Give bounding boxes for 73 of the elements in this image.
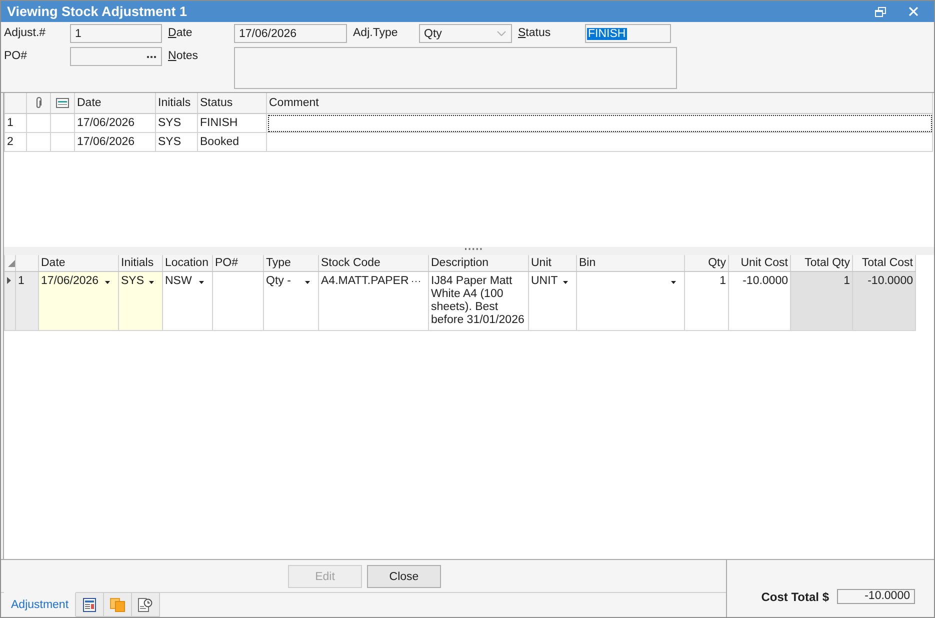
table-cell: 17/06/2026	[74, 132, 156, 152]
column-header[interactable]: Comment	[266, 93, 932, 114]
action-button[interactable]: Close	[367, 565, 441, 588]
caret-icon	[199, 281, 204, 284]
column-header[interactable]: Initials	[118, 255, 162, 272]
dropdown-cell[interactable]: 17/06/2026	[38, 272, 118, 330]
text-field[interactable]: 1	[70, 24, 162, 43]
column-header[interactable]: Date	[38, 255, 118, 272]
paperclip-icon	[35, 96, 42, 109]
dropdown-cell[interactable]	[576, 272, 684, 330]
dropdown-cell[interactable]: Qty -	[264, 272, 318, 330]
note-icon	[56, 98, 69, 108]
lookup-field[interactable]	[70, 47, 162, 66]
column-header[interactable]: Initials	[156, 93, 198, 114]
table-cell: FINISH	[198, 114, 266, 132]
field-label: Notes	[168, 49, 198, 64]
text-field[interactable]: 17/06/2026	[234, 24, 347, 43]
column-header[interactable]: Bin	[576, 255, 684, 272]
table-cell: SYS	[156, 114, 198, 132]
column-header[interactable]: Total Qty	[790, 255, 852, 272]
comment-cell[interactable]	[266, 114, 932, 132]
dropdown-cell[interactable]: SYS	[118, 272, 162, 330]
field-label: Adj.Type	[353, 26, 398, 41]
table-cell: 17/06/2026	[74, 114, 156, 132]
column-header[interactable]: Description	[428, 255, 528, 272]
number-cell: -10.0000	[852, 272, 916, 330]
column-header[interactable]: PO#	[212, 255, 264, 272]
notes-field[interactable]	[234, 47, 677, 89]
table-cell: SYS	[156, 132, 198, 152]
lookup-cell[interactable]: A4.MATT.PAPER	[318, 272, 428, 330]
number-cell: 1	[684, 272, 728, 330]
icon-tab[interactable]	[132, 592, 160, 617]
total-label: Cost Total $	[761, 590, 829, 604]
column-header[interactable]: Date	[74, 93, 156, 114]
dropdown-field[interactable]: Qty	[419, 24, 512, 43]
icon-tab[interactable]	[76, 592, 104, 617]
caret-icon	[105, 281, 110, 284]
pages-icon	[110, 598, 125, 612]
field-label: Adjust.#	[4, 26, 46, 41]
caret-icon	[563, 281, 568, 284]
page-clock-icon	[138, 598, 153, 612]
row-number: 1	[4, 114, 26, 132]
column-header[interactable]: Status	[198, 93, 266, 114]
caret-icon	[305, 281, 310, 284]
field-label: Date	[168, 26, 192, 41]
close-icon[interactable]	[909, 7, 918, 16]
column-header[interactable]: Location	[162, 255, 212, 272]
total-field: -10.0000	[837, 589, 915, 604]
field-label: Status	[518, 26, 551, 41]
comment-cell[interactable]	[266, 132, 932, 152]
caret-icon	[671, 281, 676, 284]
column-header[interactable]: Qty	[684, 255, 728, 272]
caret-icon	[149, 281, 154, 284]
dropdown-cell[interactable]: NSW	[162, 272, 212, 330]
column-header[interactable]: Total Cost	[852, 255, 916, 272]
field-label: PO#	[4, 49, 28, 64]
column-header[interactable]: Type	[264, 255, 318, 272]
window-title: Viewing Stock Adjustment 1	[7, 4, 188, 19]
chevron-icon	[497, 31, 506, 36]
column-header[interactable]: Stock Code	[318, 255, 428, 272]
table-cell: Booked	[198, 132, 266, 152]
row-number: 1	[16, 272, 38, 330]
number-cell: 1	[790, 272, 852, 330]
dropdown-cell[interactable]: UNIT	[528, 272, 576, 330]
text-field[interactable]: FINISH	[585, 24, 671, 43]
tab[interactable]: Adjustment	[4, 592, 76, 617]
row-number: 2	[4, 132, 26, 152]
table-cell: IJ84 Paper Matt White A4 (100 sheets). Best before 31/01/2026	[428, 272, 528, 330]
column-header[interactable]: Unit	[528, 255, 576, 272]
column-header[interactable]: Unit Cost	[728, 255, 790, 272]
form-icon	[82, 598, 96, 612]
restore-icon[interactable]	[875, 6, 886, 16]
corner-icon[interactable]	[8, 260, 15, 266]
